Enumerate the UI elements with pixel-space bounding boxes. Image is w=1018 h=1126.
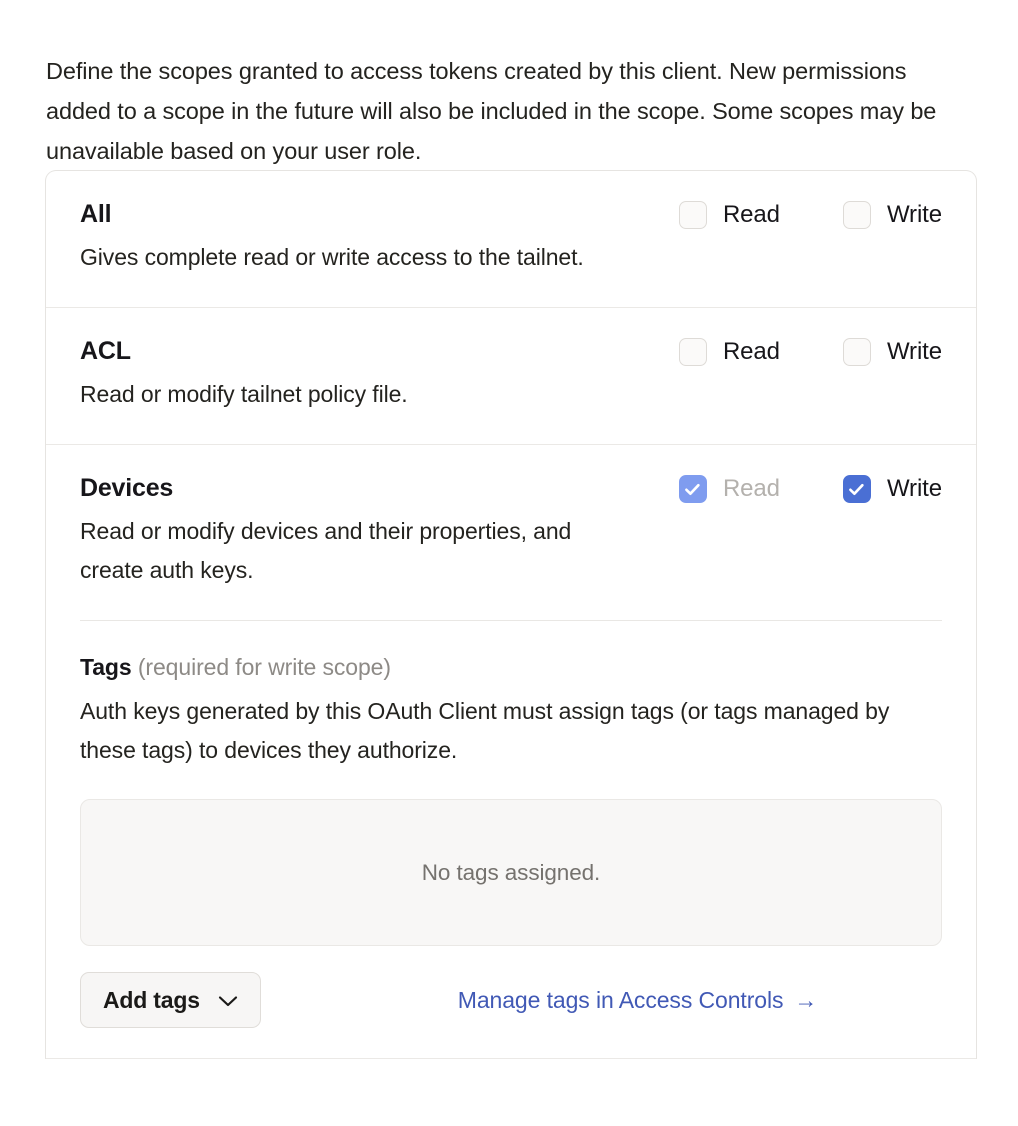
arrow-right-icon: → [794,986,818,1013]
oauth-scopes-page: Define the scopes granted to access toke… [0,0,1018,1126]
scope-description-acl: Read or modify tailnet policy file. [80,381,408,407]
checkbox-devices-read[interactable] [678,475,707,503]
scope-header-acl: ACL Read Write [80,334,942,367]
scope-row-acl: ACL Read Write Read or modify tailnet po… [46,308,976,445]
permission-all-read[interactable]: Read [678,201,780,229]
permission-devices-read[interactable]: Read [678,475,780,503]
tags-actions-row: Add tags Manage tags in Access Controls … [80,972,942,1028]
permission-group-acl: Read Write [678,334,942,366]
permission-group-all: Read Write [678,197,942,229]
scope-description-all: Gives complete read or write access to t… [80,244,584,270]
tags-description: Auth keys generated by this OAuth Client… [80,698,890,763]
scope-row-all: All Read Write Gives complete read or wr… [46,171,976,308]
tags-empty-message: No tags assigned. [421,859,601,885]
permission-label-all-read: Read [722,201,780,228]
permission-label-acl-write: Write [886,338,942,365]
permission-label-devices-write: Write [886,475,942,502]
scope-description-devices: Read or modify devices and their propert… [80,518,572,583]
tags-empty-state: No tags assigned. [80,799,942,946]
tags-heading-label: Tags [80,654,132,680]
scope-title-devices: Devices [80,474,174,502]
scopes-intro-text: Define the scopes granted to access toke… [46,57,937,164]
permission-all-write[interactable]: Write [842,201,942,229]
permission-label-all-write: Write [886,201,942,228]
scope-header-all: All Read Write [80,197,942,230]
scope-row-devices: Devices Read Write Read or modify device… [46,445,976,1059]
add-tags-button-label: Add tags [103,986,200,1013]
permission-acl-read[interactable]: Read [678,338,780,366]
permission-acl-write[interactable]: Write [842,338,942,366]
permission-group-devices: Read Write [678,471,942,503]
permission-label-devices-read: Read [722,475,780,502]
checkbox-devices-write[interactable] [842,475,871,503]
checkbox-all-write[interactable] [842,201,871,229]
tags-heading: Tags (required for write scope) [80,652,942,682]
scopes-card: All Read Write Gives complete read or wr… [45,170,977,1059]
checkbox-all-read[interactable] [678,201,707,229]
scope-header-devices: Devices Read Write [80,471,942,504]
permission-label-acl-read: Read [722,338,780,365]
manage-tags-link-label: Manage tags in Access Controls [457,986,784,1013]
chevron-down-icon [218,987,238,1014]
tags-heading-hint: (required for write scope) [137,654,391,680]
manage-tags-link[interactable]: Manage tags in Access Controls → [457,986,818,1014]
checkbox-acl-read[interactable] [678,338,707,366]
tags-divider [80,620,942,621]
checkbox-acl-write[interactable] [842,338,871,366]
scope-title-all: All [80,200,112,228]
scope-title-acl: ACL [80,337,131,365]
add-tags-button[interactable]: Add tags [80,972,261,1028]
permission-devices-write[interactable]: Write [842,475,942,503]
